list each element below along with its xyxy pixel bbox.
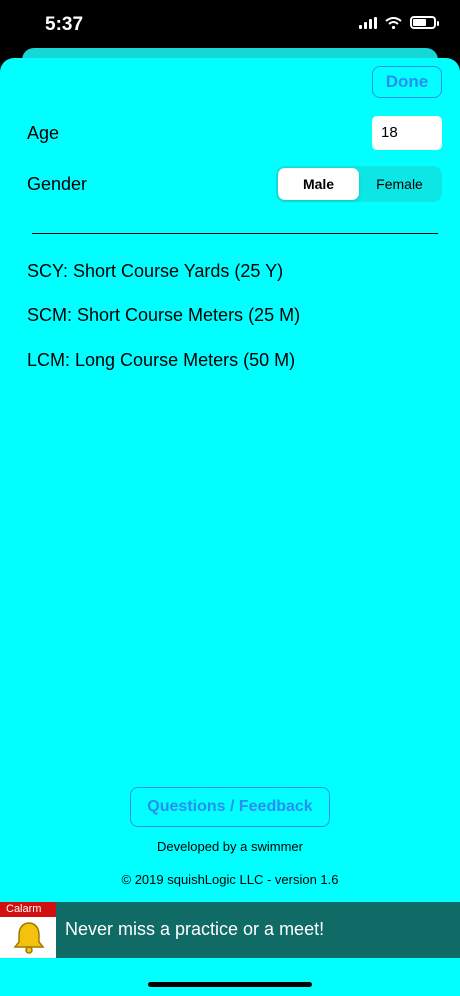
bell-icon (13, 922, 45, 954)
age-field[interactable]: 18 (372, 116, 442, 150)
banner-text: Never miss a practice or a meet! (65, 919, 325, 939)
gender-option-female[interactable]: Female (359, 168, 440, 200)
status-bar: 5:37 (0, 0, 460, 50)
gender-option-male[interactable]: Male (278, 168, 359, 200)
course-scy: SCY: Short Course Yards (25 Y) (27, 261, 284, 281)
battery-level (413, 19, 426, 26)
ad-banner[interactable]: Calarm Never miss a practice or a meet! (0, 902, 460, 958)
done-button[interactable]: Done (372, 66, 442, 98)
gender-label: Gender (27, 174, 88, 194)
course-scm: SCM: Short Course Meters (25 M) (27, 305, 301, 325)
calarm-app-icon[interactable]: Calarm (0, 902, 56, 958)
signal-icon (359, 16, 377, 29)
status-icons (359, 16, 439, 29)
developer-note: Developed by a swimmer (157, 839, 303, 854)
calarm-tag: Calarm (0, 902, 56, 917)
status-time: 5:37 (45, 14, 84, 35)
divider (32, 233, 438, 234)
course-lcm: LCM: Long Course Meters (50 M) (27, 350, 296, 370)
questions-feedback-button[interactable]: Questions / Feedback (130, 787, 330, 827)
gender-segmented-control[interactable]: Male Female (276, 166, 442, 202)
age-label: Age (27, 123, 60, 143)
copyright-text: © 2019 squishLogic LLC - version 1.6 (121, 872, 339, 887)
wifi-icon (385, 16, 402, 29)
home-indicator (148, 982, 312, 987)
battery-icon (410, 16, 439, 29)
